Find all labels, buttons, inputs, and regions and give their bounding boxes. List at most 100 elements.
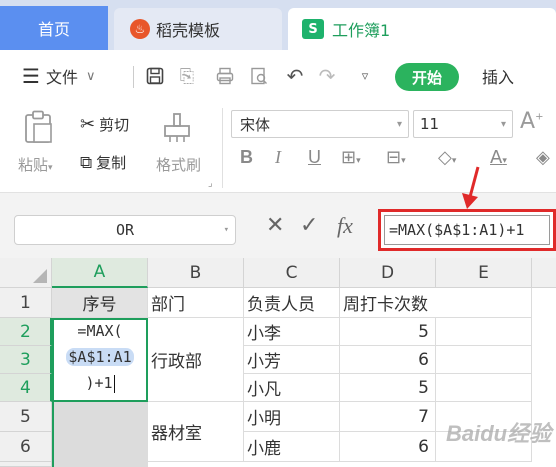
row-header-4[interactable]: 4 — [0, 374, 52, 402]
cell-e4[interactable] — [436, 374, 532, 402]
column-header-f[interactable] — [532, 258, 556, 288]
edit-line-3-text: )+1 — [85, 374, 113, 392]
record-name: 小明 — [247, 409, 281, 429]
redo-icon[interactable]: ↷ — [314, 62, 340, 90]
formula-highlight-box: =MAX($A$1:A1)+1 — [378, 209, 556, 251]
cell-d5[interactable]: 7 — [340, 402, 436, 432]
column-header-e[interactable]: E — [436, 258, 532, 288]
borders-icon[interactable]: ⊞▾ — [341, 147, 361, 168]
increase-font-size-icon[interactable]: A+ — [520, 109, 543, 134]
column-header-a[interactable]: A — [52, 258, 148, 288]
save-icon[interactable] — [142, 62, 168, 90]
column-header-b[interactable]: B — [148, 258, 244, 288]
cell-c2[interactable]: 小李 — [244, 318, 340, 346]
font-size-select[interactable]: 11 ▾ — [413, 110, 513, 138]
formula-bar: OR ▾ ✕ ✓ fx =MAX($A$1:A1)+1 — [0, 166, 556, 258]
column-header-c[interactable]: C — [244, 258, 340, 288]
tab-workbook[interactable]: S 工作簿1 — [288, 8, 556, 50]
column-header-d[interactable]: D — [340, 258, 436, 288]
tab-workbook-label: 工作簿1 — [332, 21, 391, 40]
red-arrow-annotation — [462, 166, 480, 209]
separator — [133, 66, 134, 88]
tab-daoke-templates[interactable]: ♨ 稻壳模板 — [114, 8, 282, 50]
cell-c4[interactable]: 小凡 — [244, 374, 340, 402]
edit-line-3: )+1 — [54, 374, 146, 393]
clipboard-dialog-launcher-icon[interactable]: ⌟ — [208, 178, 213, 189]
format-painter-icon[interactable] — [162, 112, 192, 148]
paste-button[interactable]: 粘贴▾ — [18, 154, 53, 175]
format-painter-button[interactable]: 格式刷 — [156, 154, 201, 175]
print-preview-icon[interactable] — [246, 62, 272, 90]
cut-button[interactable]: ✂ 剪切 — [80, 114, 129, 135]
print-icon[interactable] — [212, 62, 238, 90]
cell-d2[interactable]: 5 — [340, 318, 436, 346]
file-menu[interactable]: ☰ 文件 ∨ — [22, 62, 95, 90]
record-name: 小芳 — [247, 352, 281, 372]
tab-home-label: 首页 — [37, 20, 70, 39]
cell-c3[interactable]: 小芳 — [244, 346, 340, 374]
cell-a2-editing[interactable]: =MAX( $A$1:A1 )+1 — [52, 318, 148, 402]
edit-line-2: $A$1:A1 — [54, 348, 146, 366]
underline-button[interactable]: U — [308, 147, 321, 168]
quick-access-dropdown-icon[interactable]: ▿ — [352, 62, 378, 90]
bold-button[interactable]: B — [240, 147, 253, 168]
paste-icon[interactable] — [24, 110, 54, 148]
merge-cells-icon[interactable]: ⊟▾ — [386, 147, 406, 168]
cell-b2-merged[interactable]: 行政部 — [148, 318, 244, 402]
font-name-select[interactable]: 宋体 ▾ — [231, 110, 409, 138]
tab-home[interactable]: 首页 — [0, 6, 108, 50]
spreadsheet-logo-icon: S — [302, 19, 324, 39]
row-header-5[interactable]: 5 — [0, 402, 52, 432]
file-menu-label: 文件 — [45, 68, 78, 87]
row-header-1[interactable]: 1 — [0, 288, 52, 318]
cell-c6[interactable]: 小鹿 — [244, 432, 340, 462]
cell-c5[interactable]: 小明 — [244, 402, 340, 432]
row-header-7[interactable] — [0, 462, 52, 467]
paste-dropdown-icon: ▾ — [48, 163, 53, 173]
select-all-triangle-icon — [33, 269, 47, 283]
cell-a1[interactable]: 序号 — [52, 288, 148, 318]
copy-label: 复制 — [96, 154, 127, 172]
export-pdf-icon[interactable]: ⎘ — [174, 62, 200, 90]
cell-e3[interactable] — [436, 346, 532, 374]
fill-color-icon[interactable]: ◇▾ — [438, 147, 456, 168]
department-equipment: 器材室 — [151, 424, 202, 444]
cell-e1[interactable] — [436, 288, 532, 318]
cell-a7-selected[interactable] — [54, 462, 148, 467]
undo-icon[interactable]: ↶ — [282, 62, 308, 90]
name-box-dropdown-icon: ▾ — [223, 225, 229, 235]
clear-format-icon[interactable]: ◈ — [536, 147, 550, 168]
cell-b5-merged[interactable]: 器材室 — [148, 402, 244, 462]
menu-row: ☰ 文件 ∨ ⎘ ↶ ↷ ▿ 开始 插入 — [0, 50, 556, 102]
tab-insert[interactable]: 插入 — [482, 62, 514, 90]
department-admin: 行政部 — [151, 352, 202, 372]
cell-d4[interactable]: 5 — [340, 374, 436, 402]
italic-button[interactable]: I — [275, 147, 281, 168]
record-count: 5 — [418, 321, 429, 342]
cell-a5-a6-selected[interactable] — [54, 402, 148, 462]
cell-d1[interactable]: 周打卡次数 — [340, 288, 436, 318]
record-name: 小李 — [247, 324, 281, 344]
cell-b1[interactable]: 部门 — [148, 288, 244, 318]
cell-d3[interactable]: 6 — [340, 346, 436, 374]
cell-d6[interactable]: 6 — [340, 432, 436, 462]
row-header-2[interactable]: 2 — [0, 318, 52, 346]
row-header-3[interactable]: 3 — [0, 346, 52, 374]
select-all-corner[interactable] — [0, 258, 52, 288]
tab-start[interactable]: 开始 — [395, 63, 459, 91]
record-count: 6 — [418, 349, 429, 370]
confirm-formula-icon[interactable]: ✓ — [300, 213, 318, 238]
cancel-formula-icon[interactable]: ✕ — [266, 213, 284, 238]
row-header-6[interactable]: 6 — [0, 432, 52, 462]
cell-c1-text: 负责人员 — [247, 295, 315, 315]
cell-e2[interactable] — [436, 318, 532, 346]
copy-button[interactable]: ⧉ 复制 — [80, 152, 126, 173]
formula-input[interactable]: =MAX($A$1:A1)+1 — [384, 215, 550, 245]
scissors-icon: ✂ — [80, 114, 96, 135]
tab-bar: 首页 ♨ 稻壳模板 S 工作簿1 — [0, 0, 556, 50]
cell-b1-text: 部门 — [151, 295, 185, 315]
name-box[interactable]: OR ▾ — [14, 215, 236, 245]
insert-function-icon[interactable]: fx — [337, 213, 353, 239]
font-color-icon[interactable]: A▾ — [490, 147, 507, 168]
cell-c1[interactable]: 负责人员 — [244, 288, 340, 318]
